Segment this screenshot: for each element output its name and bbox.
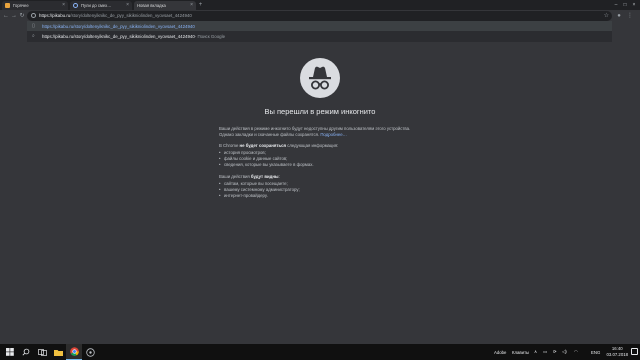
suggestion-item[interactable]: ▯ https://pikabu.ru/story/doltenyiknikc_… (27, 21, 612, 31)
visible-list: сайтам, которые вы посещаете; вашему сис… (219, 181, 414, 199)
visible-heading: Ваши действия будут видны: (219, 174, 280, 179)
incognito-icon (300, 58, 340, 98)
notifications-icon[interactable] (631, 348, 638, 355)
tray-keyboard[interactable]: Клавиты (512, 344, 529, 360)
update-icon[interactable]: ⟳ (553, 344, 557, 360)
page-icon: ▯ (32, 23, 35, 29)
suggestions-dropdown: ▯ https://pikabu.ru/story/doltenyiknikc_… (27, 21, 612, 42)
tray-user[interactable]: Adobe (494, 344, 506, 360)
search-icon: ⌕ (32, 33, 35, 39)
suggestion-hint: - Поиск Google (194, 33, 226, 39)
network-icon[interactable]: ▭ (543, 344, 547, 360)
chevron-up-icon[interactable]: ∧ (534, 344, 537, 360)
search-icon (22, 348, 30, 356)
taskbar: Adobe Клавиты ∧ ▭ ⟳ ◁) ◠ ENG 16:40 03.07… (0, 344, 640, 360)
info-icon[interactable] (31, 13, 36, 18)
suggestion-url: https://pikabu.ru/story/doltenyiknikc_de… (42, 33, 195, 39)
reload-button[interactable]: ↻ (18, 12, 26, 20)
wifi-icon[interactable]: ◠ (574, 344, 578, 360)
new-tab-button[interactable]: + (197, 2, 204, 8)
close-icon[interactable]: × (126, 3, 129, 8)
back-button[interactable]: ← (2, 12, 10, 20)
close-window-button[interactable]: × (630, 1, 638, 9)
chrome-icon (69, 347, 79, 356)
speaker-icon[interactable]: ◁) (562, 344, 567, 360)
pikabu-favicon-icon (5, 3, 10, 8)
media-app-button[interactable] (82, 344, 98, 360)
minimize-button[interactable]: – (612, 1, 620, 9)
tab-new[interactable]: Новая вкладка × (134, 1, 196, 10)
loading-icon (73, 3, 78, 8)
folder-icon (53, 349, 63, 356)
search-button[interactable] (18, 344, 34, 360)
maximize-button[interactable]: □ (621, 1, 629, 9)
language-indicator[interactable]: ENG (591, 344, 600, 360)
incognito-profile-icon[interactable]: ● (615, 12, 623, 20)
task-view-icon (37, 348, 47, 356)
clock-date: 03.07.2018 (606, 352, 628, 357)
page-title: Вы перешли в режим инкогнито (264, 107, 376, 116)
address-text[interactable]: https://pikabu.ru/story/doltenyiknikc_de… (39, 12, 192, 20)
tab-strip: Горячее × Пули до смех… × Новая вкладка … (0, 0, 640, 10)
menu-icon[interactable]: ⋮ (626, 12, 634, 20)
file-explorer-button[interactable] (50, 344, 66, 360)
tab-title: Горячее (13, 3, 29, 8)
tab-story[interactable]: Пули до смех… × (70, 1, 132, 10)
start-button[interactable] (2, 344, 18, 360)
intro-text: Ваши действия в режиме инкогнито будут н… (219, 126, 411, 137)
list-item: сведения, которые вы указываете в формах… (219, 162, 414, 168)
tab-hot[interactable]: Горячее × (2, 1, 68, 10)
incognito-description: Ваши действия в режиме инкогнито будут н… (219, 126, 414, 205)
media-icon (85, 347, 95, 357)
address-bar[interactable]: https://pikabu.ru/story/doltenyiknikc_de… (27, 11, 612, 21)
not-saved-list: история просмотров; файлы cookie и данны… (219, 150, 414, 168)
task-view-button[interactable] (34, 344, 50, 360)
list-item: интернет-провайдеру. (219, 193, 414, 199)
not-saved-heading: В Chrome не будет сохраняться следующая … (219, 143, 339, 148)
forward-button[interactable]: → (10, 12, 18, 20)
bookmark-star-icon[interactable]: ☆ (604, 12, 609, 20)
tab-title: Новая вкладка (137, 3, 166, 8)
suggestion-url: https://pikabu.ru/story/doltenyiknikc_de… (42, 23, 195, 29)
tab-title: Пули до смех… (81, 3, 112, 8)
close-icon[interactable]: × (62, 3, 65, 8)
windows-icon (6, 348, 14, 356)
learn-more-link[interactable]: Подробнее… (320, 132, 347, 137)
clock[interactable]: 16:40 03.07.2018 (606, 346, 628, 358)
suggestion-item[interactable]: ⌕ https://pikabu.ru/story/doltenyiknikc_… (27, 31, 612, 41)
chrome-taskbar-button[interactable] (66, 344, 82, 360)
close-icon[interactable]: × (190, 3, 193, 8)
